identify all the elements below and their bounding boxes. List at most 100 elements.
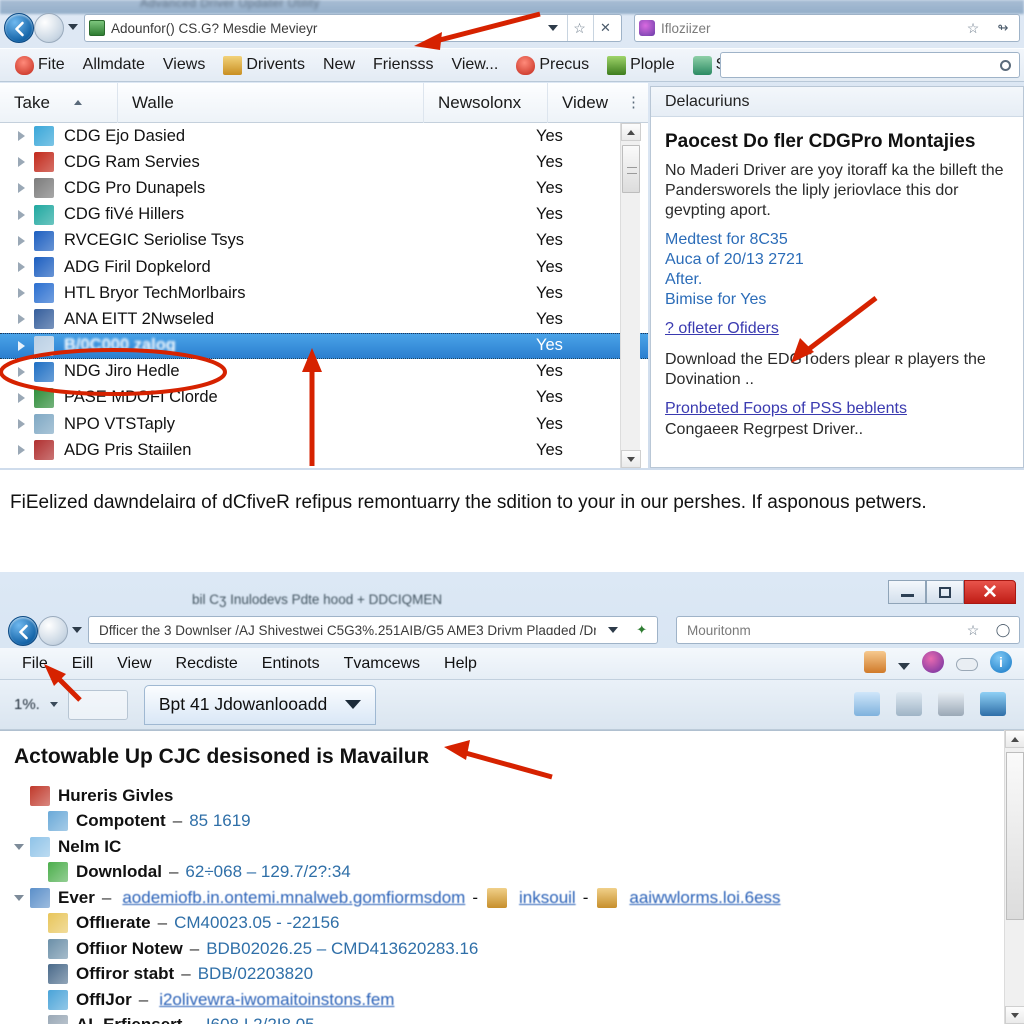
disk-icon[interactable] (980, 692, 1006, 716)
thumbnail-button[interactable] (67, 689, 128, 720)
menu-item-entinots[interactable]: Entinots (250, 649, 332, 679)
history-chevron-down-icon[interactable] (68, 24, 78, 30)
menu-item-tvamcews[interactable]: Tvamcews (332, 649, 432, 679)
tree-row[interactable]: Offiror stabt – BDB/02203820 (14, 962, 994, 988)
column-header-walle[interactable]: Walle (118, 82, 424, 123)
chevron-down-icon[interactable] (898, 663, 910, 670)
tree-row[interactable]: OffIJor – i2olivewra-iwomaitoinstons.fem (14, 987, 994, 1013)
menu-item-file[interactable]: File (10, 649, 60, 679)
address-bar[interactable]: Adounfor() CS.G? Mesdie Mevieyr ☆ ✕ (84, 14, 622, 42)
minimize-button[interactable] (888, 580, 926, 604)
expand-triangle-icon[interactable] (18, 131, 25, 142)
forward-button[interactable] (34, 13, 64, 43)
expand-triangle-icon[interactable] (18, 183, 25, 194)
pin-icon[interactable]: ✦ (630, 617, 653, 643)
menu-item-view[interactable]: View (105, 649, 163, 679)
toolbar-item-friensss[interactable]: Friensss (364, 50, 442, 80)
scroll-down-button[interactable] (621, 450, 641, 468)
chevron-down-icon[interactable] (49, 702, 58, 707)
tree-item-link[interactable]: i2olivewra-iwomaitoinstons.fem (159, 990, 394, 1010)
star-icon[interactable]: ☆ (567, 15, 591, 41)
search-bar[interactable]: Ifloziizer ☆ ↬ (634, 14, 1020, 42)
folder-icon[interactable] (854, 692, 880, 716)
driver-row[interactable]: CDG fiVé Hillers Yes (0, 202, 648, 228)
downloads-dropdown[interactable]: Bpt 41 Jdowanlooadd (143, 684, 377, 725)
driver-row-selected[interactable]: B/0C000 zalog Yes (0, 332, 648, 359)
tree-row[interactable]: AL Erfiensert–I608 I.2/2I8.05 (14, 1013, 994, 1024)
driver-row[interactable]: CDG Ejo Dasied Yes (0, 123, 648, 149)
expand-triangle-icon[interactable] (18, 445, 25, 456)
column-header-newsolonx[interactable]: Newsolonx (424, 82, 548, 123)
scroll-up-button[interactable] (621, 123, 641, 141)
content-scrollbar[interactable] (1004, 730, 1024, 1024)
tree-row[interactable]: Downlodal –62÷068 – 129.7/2?:34 (14, 860, 994, 886)
save-icon[interactable] (938, 692, 964, 716)
tree-item-link[interactable]: aodemiofb.in.ontemi.mnalweb.gomfiormsdom (122, 888, 465, 908)
driver-row[interactable]: PASE MDOFI Clorde Yes (0, 385, 648, 411)
driver-row[interactable]: RVCEGIC Seriolise Tsys Yes (0, 228, 648, 254)
driver-row[interactable]: NPO VTSTaply Yes (0, 411, 648, 437)
tree-item-link[interactable]: inksouil (519, 888, 576, 908)
expand-caret-icon[interactable] (14, 843, 24, 850)
expand-triangle-icon[interactable] (18, 392, 25, 403)
expand-triangle-icon[interactable] (18, 157, 25, 168)
driver-row[interactable]: HTL Bryor TechMorlbairs Yes (0, 280, 648, 306)
tree-row[interactable]: Offiıor Notew – BDB02026.25 – CMD413620283… (14, 936, 994, 962)
chevron-down-icon[interactable] (541, 15, 565, 41)
address-bar[interactable]: Dfficer the 3 Downlser /AJ Shivestwei C5… (88, 616, 658, 644)
menu-item-help[interactable]: Help (432, 649, 489, 679)
expand-triangle-icon[interactable] (18, 235, 25, 246)
toolbar-item-plople[interactable]: Plople (598, 50, 683, 80)
history-chevron-down-icon[interactable] (72, 627, 82, 633)
menu-item-eill[interactable]: Eill (60, 649, 105, 679)
driver-list-scrollbar[interactable] (620, 123, 641, 468)
expand-triangle-icon[interactable] (18, 314, 25, 325)
expand-triangle-icon[interactable] (18, 419, 25, 430)
column-header-take[interactable]: Take (0, 82, 118, 123)
driver-row[interactable]: ANA EITT 2Nwseled Yes (0, 306, 648, 332)
toolbar-search-input[interactable] (720, 52, 1020, 78)
search-bar[interactable]: Mouritonm ☆ ◯ (676, 616, 1020, 644)
expand-triangle-icon[interactable] (18, 288, 25, 299)
scroll-up-button[interactable] (1005, 730, 1024, 748)
back-button[interactable] (4, 13, 34, 43)
toolbar-item-allmdate[interactable]: Allmdate (74, 50, 154, 80)
toolbar-item-precus[interactable]: Precus (507, 50, 598, 80)
star-icon[interactable]: ☆ (961, 15, 985, 41)
forward-button[interactable] (38, 616, 68, 646)
back-button[interactable] (8, 616, 38, 646)
column-header-videw[interactable]: Videw (548, 83, 626, 123)
toolbar-item-new[interactable]: New (314, 50, 364, 80)
toolbar-item-view[interactable]: View... (442, 50, 507, 80)
driver-list[interactable]: CDG Ejo Dasied Yes CDG Ram Servies Yes CDG P… (0, 123, 648, 468)
tree-row[interactable]: Hureris Givles (14, 783, 994, 809)
driver-row[interactable]: CDG Pro Dunapels Yes (0, 175, 648, 201)
menu-item-recdiste[interactable]: Recdiste (164, 649, 250, 679)
scrollbar-thumb[interactable] (622, 145, 640, 193)
tree-row[interactable]: Offlıerate – CM40023.05 - -22156 (14, 911, 994, 937)
close-button[interactable]: ✕ (964, 580, 1016, 604)
toolbar-item-drivents[interactable]: Drivents (214, 50, 314, 80)
more-vertical-icon[interactable]: ⋮ (626, 95, 641, 110)
tree-row[interactable]: Nelm IC (14, 834, 994, 860)
scrollbar-thumb[interactable] (1006, 752, 1024, 920)
share-icon[interactable]: ↬ (991, 15, 1015, 41)
toolbar-item-fite[interactable]: Fite (6, 50, 74, 80)
tree-row[interactable]: Ever – aodemiofb.in.ontemi.mnalweb.gomfior… (14, 885, 994, 911)
close-icon[interactable]: ✕ (593, 15, 617, 41)
driver-row[interactable]: ADG Pris Staiilen Yes (0, 437, 648, 463)
detail-link-problems[interactable]: Pronbeted Foops of PSS beblents (665, 400, 1009, 418)
scroll-down-button[interactable] (1005, 1006, 1024, 1024)
expand-caret-icon[interactable] (14, 894, 24, 901)
expand-triangle-icon[interactable] (18, 366, 25, 377)
detail-link-offers[interactable]: ? ofleter Ofiders (665, 320, 1009, 338)
tools-icon[interactable] (896, 692, 922, 716)
refresh-icon[interactable]: ◯ (991, 617, 1015, 643)
balloon-icon[interactable] (922, 651, 944, 673)
tree-row[interactable]: Compotent –85 1619 (14, 809, 994, 835)
driver-row[interactable]: NDG Jiro Hedle Yes (0, 359, 648, 385)
downloads-tree[interactable]: Hureris Givles Compotent –85 1619 Nelm IC Do… (14, 783, 994, 1024)
driver-row[interactable]: ADG Firil Dopkelord Yes (0, 254, 648, 280)
driver-row[interactable]: CDG Ram Servies Yes (0, 149, 648, 175)
expand-triangle-icon[interactable] (18, 262, 25, 273)
